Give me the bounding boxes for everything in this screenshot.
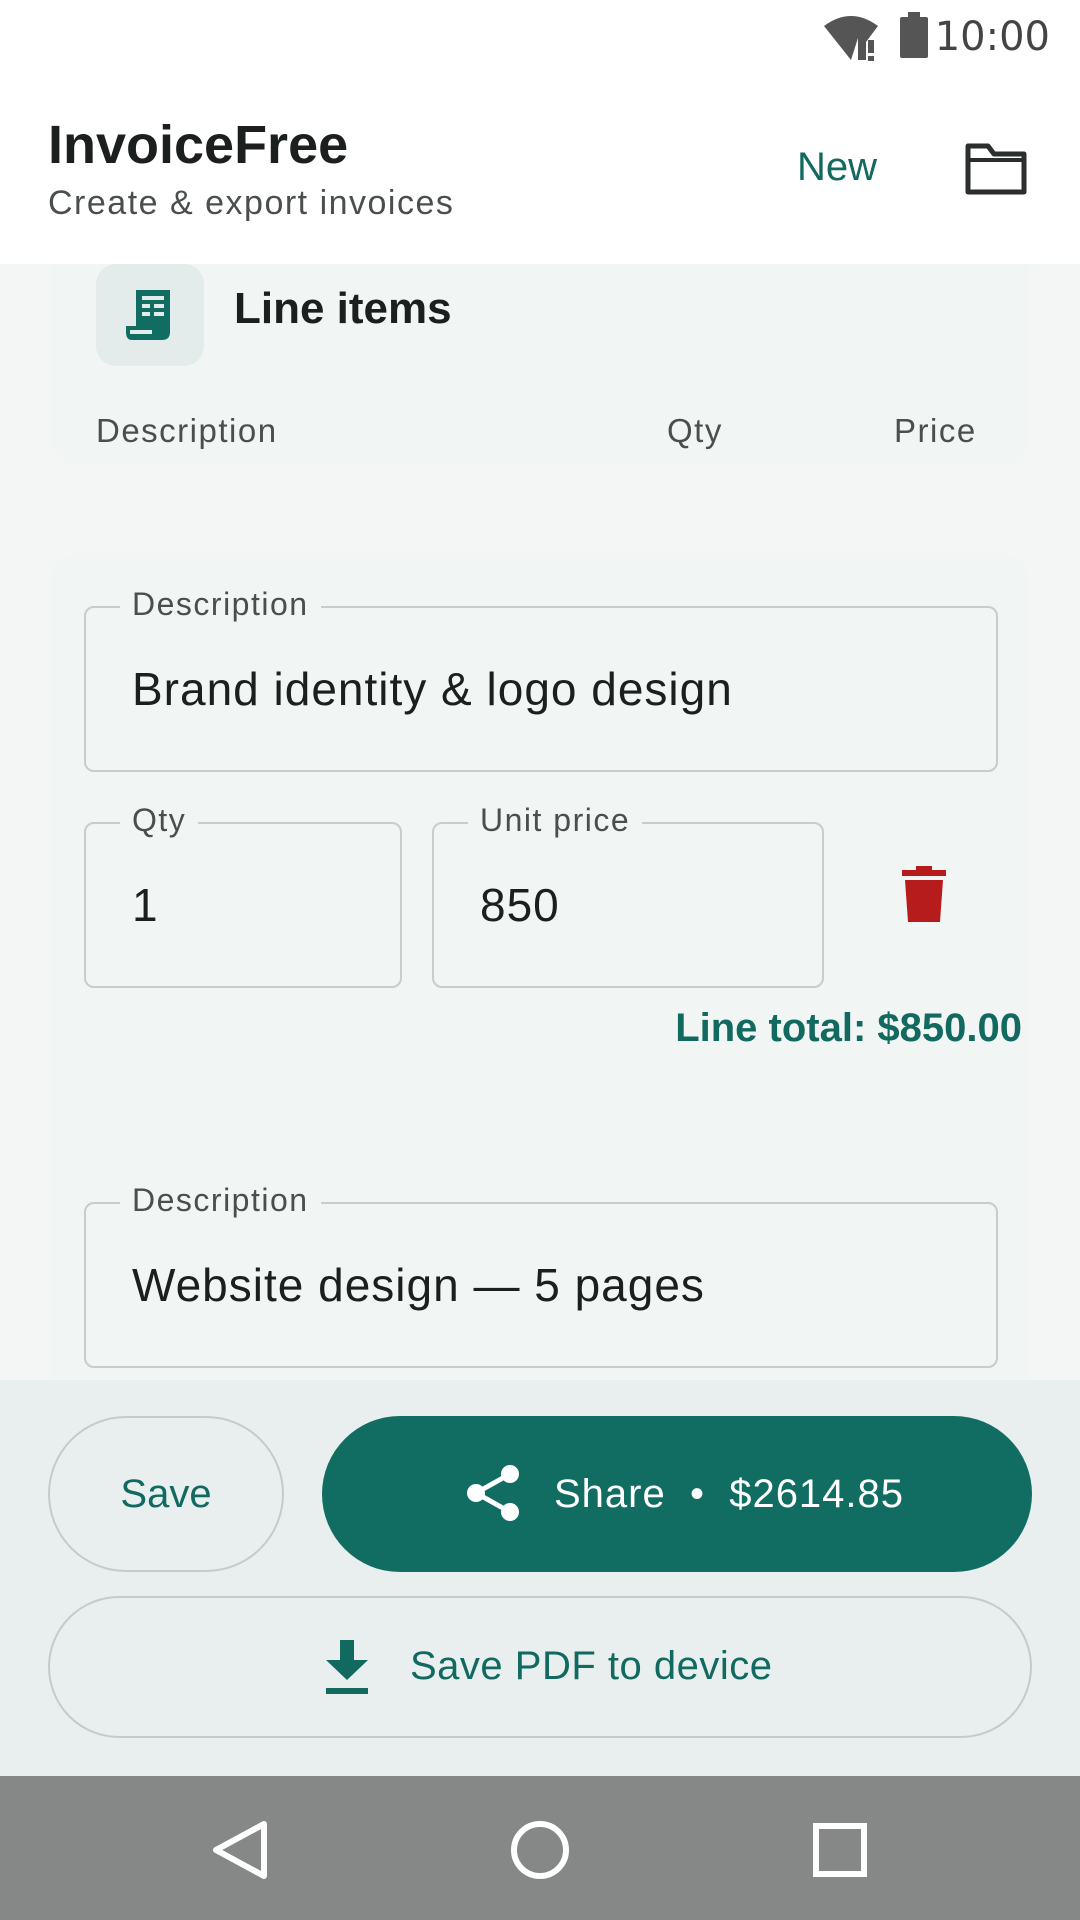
app-bar: InvoiceFree Create & export invoices New [0, 78, 1080, 264]
invoice-content[interactable]: Line items Description Qty Price Descrip… [0, 264, 1080, 1380]
share-icon [467, 1465, 519, 1521]
share-label: Share • $2614.85 [554, 1472, 905, 1516]
share-button[interactable]: Share • $2614.85 [322, 1416, 1032, 1572]
qty-value: 1 [132, 879, 159, 931]
home-icon[interactable] [504, 1814, 576, 1886]
save-button[interactable]: Save [48, 1416, 284, 1572]
battery-icon [900, 12, 928, 58]
column-header-qty: Qty [667, 412, 723, 449]
receipt-icon [126, 290, 170, 340]
description-label: Description [120, 586, 321, 623]
column-header-description: Description [96, 412, 278, 449]
qty-field[interactable]: Qty 1 [84, 802, 402, 988]
description-field[interactable]: Description Website design — 5 pages [84, 1182, 998, 1368]
recents-icon[interactable] [804, 1814, 876, 1886]
save-pdf-label: Save PDF to device [410, 1644, 773, 1688]
wifi-icon [824, 16, 878, 61]
trash-icon[interactable] [902, 866, 946, 922]
clock: 10:00 [934, 14, 1050, 60]
line-total: Line total: $850.00 [675, 1006, 1022, 1050]
app-subtitle: Create & export invoices [48, 184, 455, 222]
unit-price-field[interactable]: Unit price 850 [432, 802, 824, 988]
status-bar: 10:00 [0, 0, 1080, 78]
back-icon[interactable] [204, 1814, 276, 1886]
description-field[interactable]: Description Brand identity & logo design [84, 586, 998, 772]
description-value: Brand identity & logo design [132, 663, 733, 715]
bottom-actions: Save Share • $2614.85 Save PDF to device [0, 1380, 1080, 1776]
description-value: Website design — 5 pages [132, 1259, 705, 1311]
new-invoice-button[interactable]: New [782, 136, 892, 198]
column-header-price: Price [894, 412, 977, 449]
folder-icon[interactable] [964, 142, 1028, 196]
app-title: InvoiceFree [48, 115, 349, 175]
save-pdf-button[interactable]: Save PDF to device [48, 1596, 1032, 1738]
download-icon [326, 1640, 368, 1694]
system-nav-bar [0, 1776, 1080, 1920]
unit-price-label: Unit price [468, 802, 643, 839]
unit-price-value: 850 [480, 879, 560, 931]
description-label: Description [120, 1182, 321, 1219]
receipt-icon-container [96, 264, 204, 366]
qty-label: Qty [120, 802, 199, 839]
section-title: Line items [234, 284, 452, 333]
